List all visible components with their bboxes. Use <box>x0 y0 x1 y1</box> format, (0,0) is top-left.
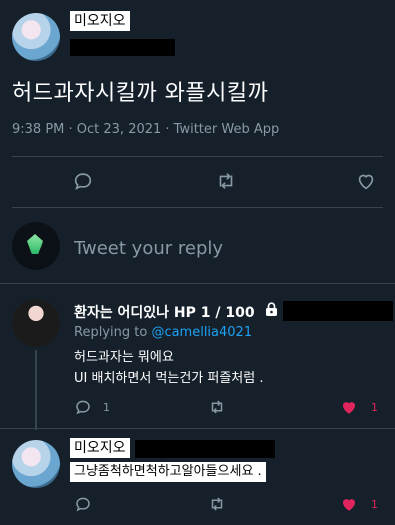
reply-input[interactable]: Tweet your reply <box>74 238 374 259</box>
retweet-icon[interactable] <box>207 495 227 513</box>
reply-count: 1 <box>103 401 110 414</box>
avatar[interactable] <box>12 13 60 61</box>
divider <box>0 428 395 429</box>
reply-icon[interactable] <box>72 170 94 192</box>
avatar[interactable] <box>12 299 60 347</box>
reply-icon[interactable] <box>74 495 92 513</box>
reply-text-line-2: UI 배치하면서 먹는건가 퍼즐처럼 . <box>74 371 264 386</box>
redacted-handle <box>70 39 175 56</box>
like-icon[interactable] <box>355 170 377 192</box>
divider <box>12 156 383 157</box>
divider <box>12 207 383 208</box>
like-filled-icon[interactable] <box>340 495 358 513</box>
like-count: 1 <box>371 401 378 414</box>
replying-to-prefix: Replying to <box>74 325 148 340</box>
replying-to: Replying to @camellia4021 <box>74 325 252 340</box>
thread-line <box>35 350 37 430</box>
replying-to-handle[interactable]: @camellia4021 <box>151 325 252 340</box>
redacted-handle <box>283 301 393 321</box>
display-name[interactable]: 미오지오 <box>70 11 130 31</box>
display-name[interactable]: 미오지오 <box>70 438 130 458</box>
like-filled-icon[interactable] <box>340 398 358 416</box>
retweet-icon[interactable] <box>214 170 238 192</box>
tweet-timestamp[interactable]: 9:38 PM · Oct 23, 2021 · Twitter Web App <box>12 122 279 137</box>
tweet-text: 허드과자시킬까 와플시킬까 <box>12 81 269 106</box>
reply-text-line-1: 허드과자는 뭐에요 <box>74 350 174 365</box>
divider <box>0 283 395 284</box>
avatar[interactable] <box>12 440 60 488</box>
reply-text: 그냥좀척하면척하고알아들으세요 . <box>70 462 266 482</box>
display-name[interactable]: 환자는 어디있나 HP 1 / 100 <box>74 302 255 322</box>
avatar[interactable] <box>12 222 60 270</box>
redacted-handle <box>135 440 275 458</box>
like-count: 1 <box>371 498 378 511</box>
lock-icon <box>265 302 278 317</box>
retweet-icon[interactable] <box>207 398 227 416</box>
reply-icon[interactable] <box>74 398 92 416</box>
